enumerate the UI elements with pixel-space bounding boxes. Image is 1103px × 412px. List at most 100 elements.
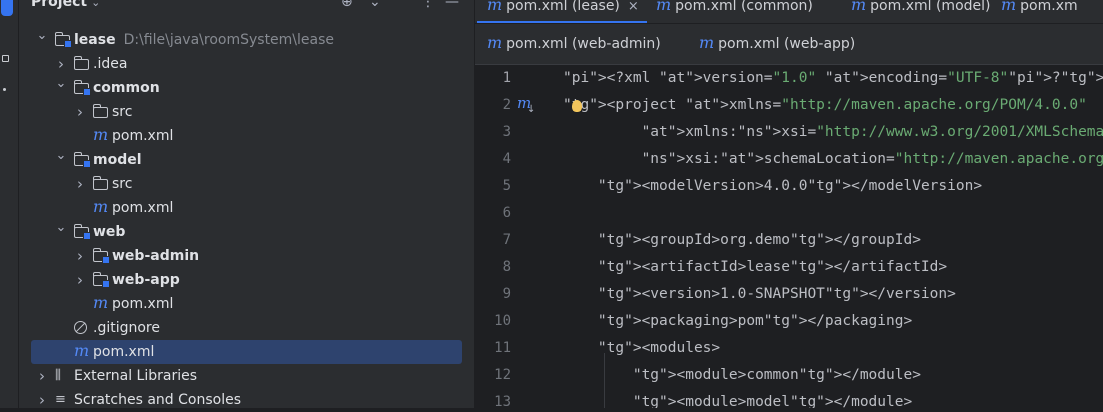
tree-item-web-admin[interactable]: › web-admin <box>31 244 462 268</box>
tree-item-pom-xml[interactable]: m pom.xml <box>31 340 462 364</box>
locate-icon[interactable]: ⊕ <box>341 0 353 10</box>
tab-label: pom.xml (web-admin) <box>506 36 661 52</box>
maven-icon: m <box>699 33 715 52</box>
tree-item-web-app[interactable]: › web-app <box>31 268 462 292</box>
options-icon[interactable]: ⋮ <box>421 0 435 10</box>
project-panel: Project ⌄ ⊕ ⌄ ⌃ ⋮ — ⌄ lease D:\file\java\ro… <box>19 0 474 409</box>
tree-item-label: web-admin <box>112 248 200 264</box>
tree-item-label: pom.xml <box>112 296 174 312</box>
module-folder-icon <box>73 80 91 96</box>
tree-item-label: src <box>112 176 133 192</box>
close-icon[interactable]: × <box>628 0 639 14</box>
tree-item-pom-xml[interactable]: m pom.xml <box>31 124 462 148</box>
line-number: 7 <box>502 232 511 248</box>
tree-item-label: Scratches and Consoles <box>74 392 241 408</box>
tab-label: pom.xml (lease) <box>506 0 620 14</box>
tree-item-external-libraries[interactable]: › ⫼ External Libraries <box>31 364 462 388</box>
ignored-file-icon <box>74 321 87 334</box>
tree-item-model[interactable]: ⌄ model <box>31 148 462 172</box>
project-view-selector[interactable]: Project ⌄ <box>31 0 100 10</box>
tree-item--gitignore[interactable]: .gitignore <box>31 316 462 340</box>
chevron-right-icon[interactable]: › <box>74 100 86 124</box>
chevron-right-icon[interactable]: › <box>36 388 48 412</box>
arrow-down-icon: ↓ <box>527 104 536 115</box>
editor-tab[interactable]: m pom.xml (common) <box>656 0 813 14</box>
chevron-right-icon[interactable]: › <box>74 244 86 268</box>
tree-item-label: model <box>93 152 142 168</box>
chevron-down-icon[interactable]: ⌄ <box>55 72 67 96</box>
line-number: 4 <box>502 151 511 167</box>
chevron-right-icon[interactable]: › <box>74 268 86 292</box>
folder-icon <box>73 56 89 70</box>
editor-tab[interactable]: m pom.xml (web-admin) <box>487 33 661 52</box>
code-line[interactable]: "tg"><artifactId>lease"tg"></artifactId> <box>563 254 947 281</box>
tree-item-label: lease D:\file\java\roomSystem\lease <box>74 32 335 48</box>
tree-item-label: web-app <box>112 272 180 288</box>
line-number: 12 <box>494 367 511 383</box>
editor-tab[interactable]: m pom.xml (web-app) <box>699 33 855 52</box>
tab-label: pom.xml (common) <box>675 0 813 14</box>
maven-icon: m <box>656 0 672 14</box>
chevron-down-icon[interactable]: ⌄ <box>55 216 67 240</box>
tree-item-src[interactable]: › src <box>31 100 462 124</box>
line-number: 13 <box>494 394 511 408</box>
module-folder-icon <box>92 248 110 264</box>
code-line[interactable]: "tg"><project "at">xmlns="http://maven.a… <box>563 92 1087 119</box>
code-editor[interactable]: 1 2 3 4 5 6 7 8 9 10 11 12 13 m ↓ "pi"><?xml "at">vers… <box>475 65 1103 408</box>
line-number: 6 <box>502 205 511 221</box>
code-line[interactable]: "tg"><module>common"tg"></module> <box>563 362 921 389</box>
hide-icon[interactable]: — <box>445 0 459 10</box>
line-number: 3 <box>502 124 511 140</box>
tree-item-scratches-and-consoles[interactable]: › ≡ Scratches and Consoles <box>31 388 462 412</box>
tree-item-label: pom.xml <box>112 200 174 216</box>
tree-item-pom-xml[interactable]: m pom.xml <box>31 292 462 316</box>
tree-item-src[interactable]: › src <box>31 172 462 196</box>
editor-tab[interactable]: m pom.xml (model) <box>851 0 991 14</box>
tree-item--idea[interactable]: › .idea <box>31 52 462 76</box>
structure-icon[interactable] <box>2 55 9 62</box>
chevron-right-icon[interactable]: › <box>74 172 86 196</box>
maven-icon: m <box>93 197 109 216</box>
expand-all-icon[interactable]: ⌄ <box>369 0 381 10</box>
code-line[interactable]: "pi"><?xml "at">version="1.0" "at">encod… <box>563 65 1103 92</box>
library-icon: ⫼ <box>55 368 61 383</box>
maven-icon: m <box>487 0 503 14</box>
code-line[interactable]: "at">xmlns:"ns">xsi="http://www.w3.org/2… <box>563 119 1103 146</box>
code-line[interactable]: "tg"><packaging>pom"tg"></packaging> <box>563 308 912 335</box>
tree-item-label: web <box>93 224 126 240</box>
intention-bulb-icon[interactable] <box>572 100 582 112</box>
line-number: 10 <box>494 313 511 329</box>
editor-tab-bar: m pom.xml (lease) × m pom.xml (common) m pom.x… <box>475 0 1103 24</box>
code-line[interactable]: "tg"><version>1.0-SNAPSHOT"tg"></version… <box>563 281 956 308</box>
maven-icon: m <box>1001 0 1017 14</box>
chevron-down-icon[interactable]: ⌄ <box>36 24 48 48</box>
project-toolwindow-button[interactable] <box>1 0 13 16</box>
line-number: 5 <box>502 178 511 194</box>
tree-item-web[interactable]: ⌄ web <box>31 220 462 244</box>
code-line[interactable]: "tg"><groupId>org.demo"tg"></groupId> <box>563 227 921 254</box>
tree-item-path: D:\file\java\roomSystem\lease <box>123 32 335 48</box>
editor-tab[interactable]: m pom.xm <box>1001 0 1078 14</box>
tree-item-label: common <box>93 80 160 96</box>
code-line[interactable]: "tg"><modules> <box>563 335 720 362</box>
module-folder-icon <box>73 224 91 240</box>
collapse-all-icon[interactable]: ⌃ <box>395 0 407 10</box>
tree-item-label: .idea <box>93 56 128 72</box>
maven-icon: m <box>93 125 109 144</box>
tree-item-common[interactable]: ⌄ common <box>31 76 462 100</box>
editor-tab[interactable]: m pom.xml (lease) × <box>487 0 639 14</box>
tree-item-label: .gitignore <box>93 320 160 336</box>
chevron-right-icon[interactable]: › <box>36 364 48 388</box>
code-line[interactable]: "tg"><module>model"tg"></module> <box>563 389 912 408</box>
tab-label: pom.xm <box>1020 0 1078 14</box>
project-title: Project <box>31 0 88 10</box>
tree-item-label: External Libraries <box>74 368 197 384</box>
maven-icon: m <box>93 293 109 312</box>
tree-item-lease[interactable]: ⌄ lease D:\file\java\roomSystem\lease <box>31 28 462 52</box>
code-line[interactable]: "ns">xsi:"at">schemaLocation="http://mav… <box>563 146 1103 173</box>
more-tools-icon[interactable] <box>3 88 6 91</box>
chevron-down-icon[interactable]: ⌄ <box>55 144 67 168</box>
tree-item-pom-xml[interactable]: m pom.xml <box>31 196 462 220</box>
maven-icon: m <box>487 33 503 52</box>
code-line[interactable]: "tg"><modelVersion>4.0.0"tg"></modelVers… <box>563 173 982 200</box>
